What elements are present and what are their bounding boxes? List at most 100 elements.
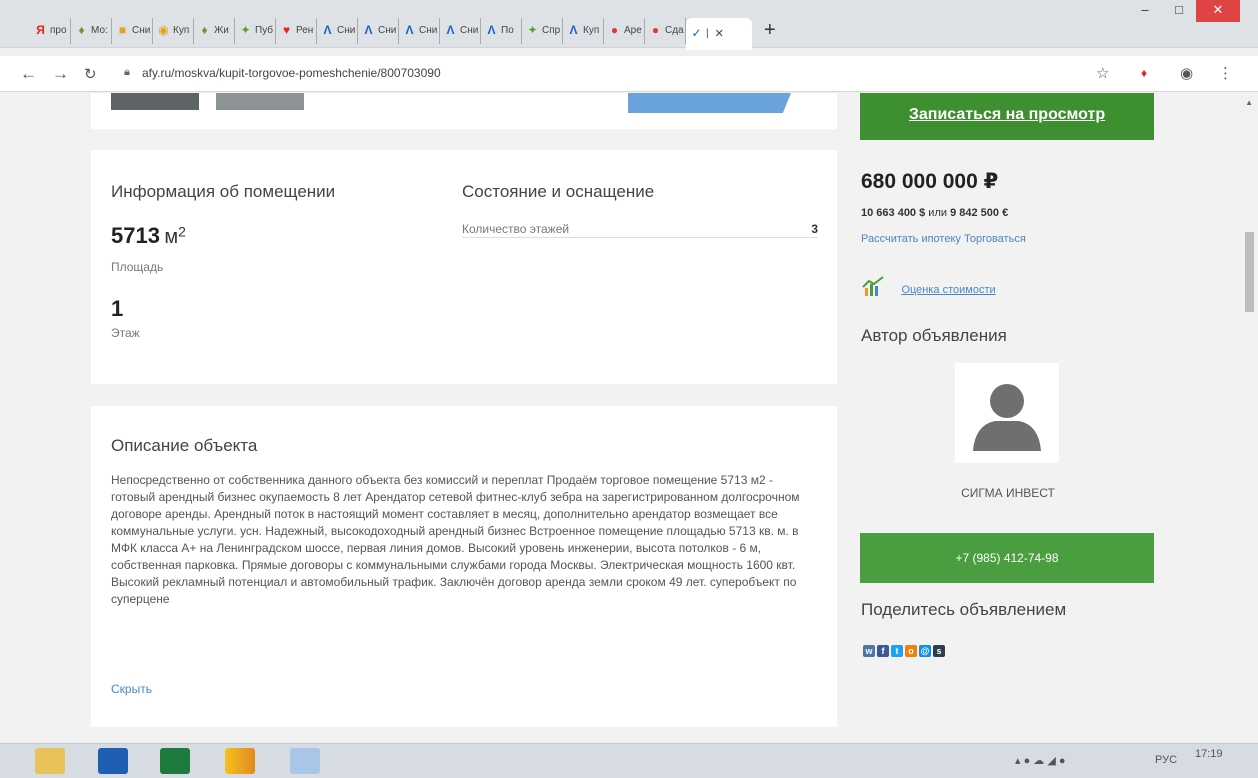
browser-tab[interactable]: Λ Сни (399, 17, 440, 44)
vk-icon[interactable]: w (863, 645, 875, 657)
share-title: Поделитесь объявлением (861, 600, 1067, 619)
mortgage-link[interactable]: Рассчитать ипотеку (861, 233, 961, 245)
menu-kebab-icon[interactable]: ⋮ (1218, 64, 1233, 82)
browser-tab[interactable]: ✦ Пуб (235, 17, 276, 44)
reload-icon[interactable]: ↻ (84, 65, 97, 83)
red-circle-icon: ● (651, 23, 660, 37)
condition-title: Состояние и оснащение (462, 182, 655, 201)
description-title: Описание объекта (111, 436, 258, 455)
chart-growth-icon (861, 275, 887, 302)
browser-tab[interactable]: ✦ Спр (522, 17, 563, 44)
browser-tab[interactable]: Λ Сни (358, 17, 399, 44)
tab-label: По (501, 25, 514, 36)
price-main: 680 000 000 ₽ (861, 170, 999, 193)
browser-tab-strip: Япро ♦ Мо: ■ Сни ◉ Куп ♦ Жи ✦ Пуб ♥ Рен Λ Сни Λ Сни Λ Сни Λ… (0, 0, 1258, 50)
browser-tab[interactable]: ● Аре (604, 17, 645, 44)
browser-tab[interactable]: ◉ Куп (153, 17, 194, 44)
browser-tab[interactable]: ♥ Рен (276, 17, 317, 44)
m-blue-icon: Λ (487, 23, 496, 37)
m-blue-icon: Λ (446, 23, 455, 37)
close-window-icon[interactable]: ✕ (1196, 0, 1240, 22)
active-browser-tab[interactable]: ✓ | ✕ (686, 17, 752, 50)
browser-tab[interactable]: ● Сда (645, 17, 686, 44)
browser-tab[interactable]: ■ Сни (112, 17, 153, 44)
tab-label: Сни (337, 25, 356, 36)
back-arrow-icon[interactable]: ← (20, 64, 37, 84)
author-title: Автор объявления (861, 326, 1007, 345)
extension-icon[interactable]: ♦ (1141, 66, 1147, 80)
new-tab-icon[interactable]: + (764, 19, 776, 42)
bargain-link[interactable]: Торговаться (964, 233, 1026, 245)
browser-tab[interactable]: Λ Сни (440, 17, 481, 44)
minimize-icon[interactable]: – (1128, 0, 1162, 22)
odnoklassniki-icon[interactable]: o (905, 645, 917, 657)
author-name: СИГМА ИНВЕСТ (961, 486, 1055, 500)
phone-button[interactable]: +7 (985) 412-74-98 (860, 533, 1154, 583)
tab-list: Япро ♦ Мо: ■ Сни ◉ Куп ♦ Жи ✦ Пуб ♥ Рен Λ Сни Λ Сни Λ Сни Λ… (30, 13, 776, 50)
tray-icons[interactable]: ▴ ● ☁ ◢ ● (1015, 754, 1066, 767)
lock-icon[interactable]: 🔒︎ (124, 66, 130, 79)
browser-tab[interactable]: Япро (30, 17, 71, 44)
mail-icon[interactable]: @ (919, 645, 931, 657)
clock[interactable]: 17:19 (1195, 748, 1223, 760)
tab-label: Аре (624, 25, 642, 36)
excel-icon[interactable] (160, 748, 190, 774)
bookmark-star-icon[interactable]: ☆ (1096, 64, 1109, 82)
browser-tab[interactable]: Λ По (481, 17, 522, 44)
scrollbar-thumb[interactable] (1245, 232, 1254, 312)
floors-row: Количество этажей 3 (462, 222, 818, 238)
powerbi-icon[interactable] (225, 748, 255, 774)
tab-label: Пуб (255, 25, 274, 36)
url-field[interactable]: afy.ru/moskva/kupit-torgovoe-pomeshcheni… (142, 66, 441, 80)
photo-thumbnail[interactable] (111, 93, 199, 110)
book-viewing-button[interactable]: Записаться на просмотр (860, 93, 1154, 140)
maximize-icon[interactable]: □ (1162, 0, 1196, 22)
close-tab-icon[interactable]: ✕ (715, 27, 724, 40)
window-controls: – □ ✕ (1128, 0, 1240, 22)
twitter-icon[interactable]: t (891, 645, 903, 657)
tab-label: Мо: (91, 25, 108, 36)
scroll-up-arrow-icon[interactable]: ▲ (1245, 98, 1253, 107)
forward-arrow-icon[interactable]: → (52, 64, 69, 84)
author-avatar (955, 363, 1059, 463)
map-block[interactable] (628, 93, 791, 113)
estimate-row: Оценка стоимости (861, 275, 996, 302)
m-blue-icon: Λ (405, 23, 414, 37)
page-content: Информация об помещении 5713 м2 Площадь … (0, 93, 1258, 743)
page-scrollbar[interactable] (1241, 93, 1258, 743)
tab-label: Куп (583, 25, 600, 36)
description-card: Описание объекта Непосредственно от собс… (91, 406, 837, 727)
file-explorer-icon[interactable] (35, 748, 65, 774)
tab-label: Рен (296, 25, 314, 36)
windows-taskbar: ▴ ● ☁ ◢ ● РУС 17:19 (0, 743, 1258, 778)
language-indicator[interactable]: РУС (1155, 754, 1177, 766)
area-value: 5713 м2 (111, 223, 186, 248)
profile-icon[interactable]: ◉ (1180, 64, 1193, 82)
sprout-icon: ✦ (240, 23, 251, 37)
browser-tab[interactable]: Λ Куп (563, 17, 604, 44)
estimate-link[interactable]: Оценка стоимости (901, 284, 995, 296)
outlook-icon[interactable] (98, 748, 128, 774)
facebook-icon[interactable]: f (877, 645, 889, 657)
pin-icon: ♥ (282, 23, 291, 37)
hide-description-link[interactable]: Скрыть (111, 682, 152, 696)
tab-label: Сда (665, 25, 684, 36)
paint-icon[interactable] (290, 748, 320, 774)
browser-tab[interactable]: ♦ Жи (194, 17, 235, 44)
browser-tab[interactable]: ♦ Мо: (71, 17, 112, 44)
price-links: Рассчитать ипотеку Торговаться (861, 233, 1026, 245)
yandex-icon: Я (36, 23, 45, 37)
tab-label: Сни (378, 25, 397, 36)
floor-value: 1 (111, 296, 124, 321)
sprout-icon: ✦ (527, 23, 538, 37)
area-label: Площадь (111, 260, 164, 274)
tab-label: про (50, 25, 67, 36)
tab-label: Жи (214, 25, 229, 36)
browser-tab[interactable]: Λ Сни (317, 17, 358, 44)
house-icon: ■ (118, 23, 127, 37)
photo-thumbnail[interactable] (216, 93, 304, 110)
info-title: Информация об помещении (111, 182, 336, 201)
share-icon[interactable]: s (933, 645, 945, 657)
m-blue-icon: Λ (364, 23, 373, 37)
search-orange-icon: ◉ (158, 23, 169, 37)
